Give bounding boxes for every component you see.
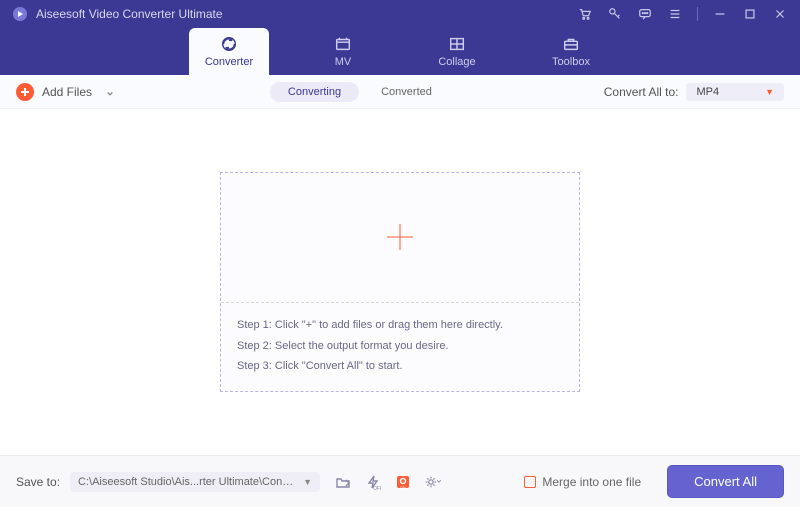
tab-mv[interactable]: MV <box>303 28 383 75</box>
lightning-off-icon[interactable]: OFF <box>364 473 382 491</box>
feedback-icon[interactable] <box>637 6 653 22</box>
svg-text:ON: ON <box>400 485 406 490</box>
separator <box>697 7 698 21</box>
save-path-value: C:\Aiseesoft Studio\Ais...rter Ultimate\… <box>78 476 297 488</box>
tab-label: Converter <box>205 56 253 68</box>
output-format-dropdown[interactable]: MP4 ▼ <box>686 83 784 101</box>
app-logo-icon <box>12 6 28 22</box>
close-button[interactable] <box>772 6 788 22</box>
dropzone-steps: Step 1: Click "+" to add files or drag t… <box>221 303 579 392</box>
plus-icon <box>16 83 34 101</box>
tab-label: MV <box>335 56 352 68</box>
chevron-down-icon <box>106 87 116 97</box>
settings-icon[interactable] <box>424 473 442 491</box>
chevron-down-icon: ▼ <box>303 477 312 487</box>
svg-text:OFF: OFF <box>373 486 381 490</box>
titlebar: Aiseesoft Video Converter Ultimate Conve… <box>0 0 800 75</box>
minimize-button[interactable] <box>712 6 728 22</box>
window-controls <box>577 6 788 22</box>
menu-icon[interactable] <box>667 6 683 22</box>
save-to-label: Save to: <box>16 475 60 489</box>
tab-collage[interactable]: Collage <box>417 28 497 75</box>
step-text: Step 1: Click "+" to add files or drag t… <box>237 315 563 336</box>
app-title: Aiseesoft Video Converter Ultimate <box>36 7 577 21</box>
bottom-icons: OFF ON <box>334 473 442 491</box>
bottom-bar: Save to: C:\Aiseesoft Studio\Ais...rter … <box>0 455 800 507</box>
convert-all-to: Convert All to: MP4 ▼ <box>604 83 784 101</box>
merge-checkbox[interactable]: Merge into one file <box>524 475 641 489</box>
tab-label: Collage <box>438 56 475 68</box>
convert-all-to-label: Convert All to: <box>604 85 679 99</box>
open-folder-icon[interactable] <box>334 473 352 491</box>
toolbar: Add Files Converting Converted Convert A… <box>0 75 800 109</box>
chevron-down-icon: ▼ <box>765 87 774 97</box>
key-icon[interactable] <box>607 6 623 22</box>
segment-converted[interactable]: Converted <box>363 82 450 102</box>
main-tabs: Converter MV Collage Toolbox <box>0 28 800 75</box>
dropzone[interactable]: Step 1: Click "+" to add files or drag t… <box>220 172 580 393</box>
dropzone-plus[interactable] <box>221 173 579 303</box>
format-value: MP4 <box>696 86 719 98</box>
app-window: Aiseesoft Video Converter Ultimate Conve… <box>0 0 800 507</box>
status-segment: Converting Converted <box>270 82 450 102</box>
merge-label: Merge into one file <box>542 475 641 489</box>
cart-icon[interactable] <box>577 6 593 22</box>
add-files-label: Add Files <box>42 85 92 99</box>
tab-converter[interactable]: Converter <box>189 28 269 75</box>
tab-label: Toolbox <box>552 56 590 68</box>
step-text: Step 3: Click "Convert All" to start. <box>237 356 563 377</box>
main-area: Step 1: Click "+" to add files or drag t… <box>0 109 800 455</box>
step-text: Step 2: Select the output format you des… <box>237 336 563 357</box>
save-path-dropdown[interactable]: C:\Aiseesoft Studio\Ais...rter Ultimate\… <box>70 472 320 492</box>
segment-converting[interactable]: Converting <box>270 82 359 102</box>
add-files-button[interactable]: Add Files <box>16 83 116 101</box>
checkbox-box <box>524 476 536 488</box>
maximize-button[interactable] <box>742 6 758 22</box>
convert-all-button[interactable]: Convert All <box>667 465 784 498</box>
tab-toolbox[interactable]: Toolbox <box>531 28 611 75</box>
gpu-on-icon[interactable]: ON <box>394 473 412 491</box>
